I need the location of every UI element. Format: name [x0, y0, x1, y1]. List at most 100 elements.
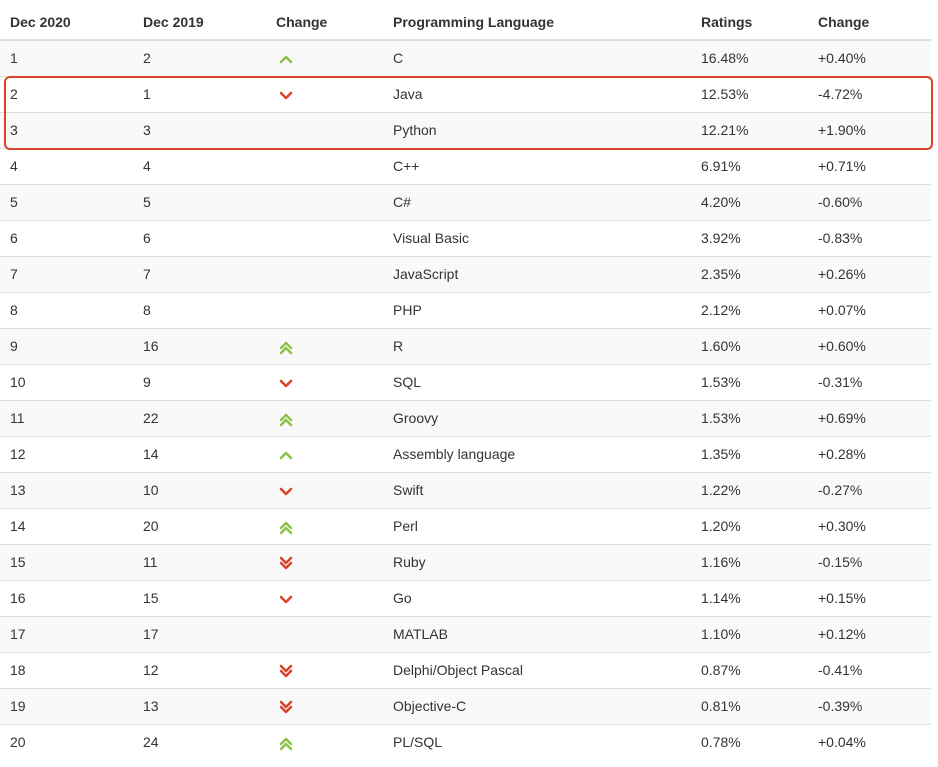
rating-change: +0.40% [808, 39, 931, 76]
table-row: 4 4 C++ 6.91% +0.71% [0, 147, 931, 184]
rating-value: 1.14% [691, 579, 808, 616]
rating-value: 1.53% [691, 363, 808, 400]
language-name: Python [383, 111, 691, 148]
language-name: Perl [383, 507, 691, 544]
table-row: 6 6 Visual Basic 3.92% -0.83% [0, 219, 931, 256]
rank-now: 1 [0, 39, 133, 76]
rating-change: -0.31% [808, 363, 931, 400]
rating-value: 0.87% [691, 651, 808, 688]
language-name: Java [383, 75, 691, 112]
rating-value: 1.60% [691, 327, 808, 364]
rank-previous: 7 [133, 255, 266, 292]
trend-cell [266, 399, 383, 436]
language-name: MATLAB [383, 615, 691, 652]
trend-cell [266, 111, 383, 148]
rank-previous: 17 [133, 615, 266, 652]
language-name: SQL [383, 363, 691, 400]
language-name: Visual Basic [383, 219, 691, 256]
rating-value: 16.48% [691, 39, 808, 76]
rating-change: -4.72% [808, 75, 931, 112]
rank-now: 19 [0, 687, 133, 724]
rank-now: 7 [0, 255, 133, 292]
rating-change: +0.07% [808, 291, 931, 328]
rank-previous: 2 [133, 39, 266, 76]
trend-cell [266, 435, 383, 472]
rank-previous: 8 [133, 291, 266, 328]
rank-now: 13 [0, 471, 133, 508]
trend-cell [266, 183, 383, 220]
trend-cell [266, 291, 383, 328]
table-row: 2 1 Java 12.53% -4.72% [0, 75, 931, 112]
language-name: C [383, 39, 691, 76]
table-row: 17 17 MATLAB 1.10% +0.12% [0, 615, 931, 652]
rank-now: 8 [0, 291, 133, 328]
header-language: Programming Language [383, 4, 691, 41]
rank-previous: 20 [133, 507, 266, 544]
language-name: Assembly language [383, 435, 691, 472]
table-row: 3 3 Python 12.21% +1.90% [0, 111, 931, 148]
rating-change: +0.28% [808, 435, 931, 472]
rating-value: 2.12% [691, 291, 808, 328]
rank-previous: 12 [133, 651, 266, 688]
table-body: 1 2 C 16.48% +0.40% 2 1 Java 12.53% -4.72% 3 3 Pytho… [0, 39, 931, 760]
rank-now: 14 [0, 507, 133, 544]
table-row: 1 2 C 16.48% +0.40% [0, 39, 931, 76]
ranking-table: Dec 2020 Dec 2019 Change Programming Lan… [0, 4, 931, 760]
rank-previous: 24 [133, 723, 266, 760]
rating-change: +0.04% [808, 723, 931, 760]
table-row: 7 7 JavaScript 2.35% +0.26% [0, 255, 931, 292]
double-arrow-up-icon [278, 339, 294, 355]
rating-change: +0.30% [808, 507, 931, 544]
rating-change: +0.15% [808, 579, 931, 616]
rank-now: 11 [0, 399, 133, 436]
rating-value: 1.10% [691, 615, 808, 652]
language-name: Go [383, 579, 691, 616]
table-row: 19 13 Objective-C 0.81% -0.39% [0, 687, 931, 724]
table-row: 20 24 PL/SQL 0.78% +0.04% [0, 723, 931, 760]
trend-cell [266, 39, 383, 76]
rating-value: 1.22% [691, 471, 808, 508]
rating-change: -0.27% [808, 471, 931, 508]
rank-previous: 9 [133, 363, 266, 400]
rank-now: 20 [0, 723, 133, 760]
rating-change: +1.90% [808, 111, 931, 148]
rating-value: 1.35% [691, 435, 808, 472]
language-name: C# [383, 183, 691, 220]
trend-cell [266, 219, 383, 256]
trend-cell [266, 651, 383, 688]
rating-value: 0.81% [691, 687, 808, 724]
rating-value: 0.78% [691, 723, 808, 760]
rank-previous: 3 [133, 111, 266, 148]
trend-cell [266, 543, 383, 580]
header-change-percent: Change [808, 4, 931, 41]
rank-now: 15 [0, 543, 133, 580]
rating-change: +0.60% [808, 327, 931, 364]
header-dec-2020: Dec 2020 [0, 4, 133, 41]
rank-now: 4 [0, 147, 133, 184]
trend-cell [266, 363, 383, 400]
rating-change: +0.71% [808, 147, 931, 184]
arrow-down-icon [278, 591, 294, 607]
rank-previous: 6 [133, 219, 266, 256]
trend-cell [266, 723, 383, 760]
table-row: 15 11 Ruby 1.16% -0.15% [0, 543, 931, 580]
rank-previous: 14 [133, 435, 266, 472]
header-change-icon: Change [266, 4, 383, 41]
arrow-up-icon [278, 447, 294, 463]
rating-value: 12.53% [691, 75, 808, 112]
rating-change: -0.39% [808, 687, 931, 724]
table-header-row: Dec 2020 Dec 2019 Change Programming Lan… [0, 4, 931, 41]
table-row: 10 9 SQL 1.53% -0.31% [0, 363, 931, 400]
rating-change: -0.41% [808, 651, 931, 688]
rank-now: 17 [0, 615, 133, 652]
arrow-up-icon [278, 51, 294, 67]
table-row: 13 10 Swift 1.22% -0.27% [0, 471, 931, 508]
rank-now: 16 [0, 579, 133, 616]
rank-now: 9 [0, 327, 133, 364]
language-name: Swift [383, 471, 691, 508]
rating-value: 1.20% [691, 507, 808, 544]
rating-value: 3.92% [691, 219, 808, 256]
rank-previous: 1 [133, 75, 266, 112]
rating-change: +0.26% [808, 255, 931, 292]
header-ratings: Ratings [691, 4, 808, 41]
